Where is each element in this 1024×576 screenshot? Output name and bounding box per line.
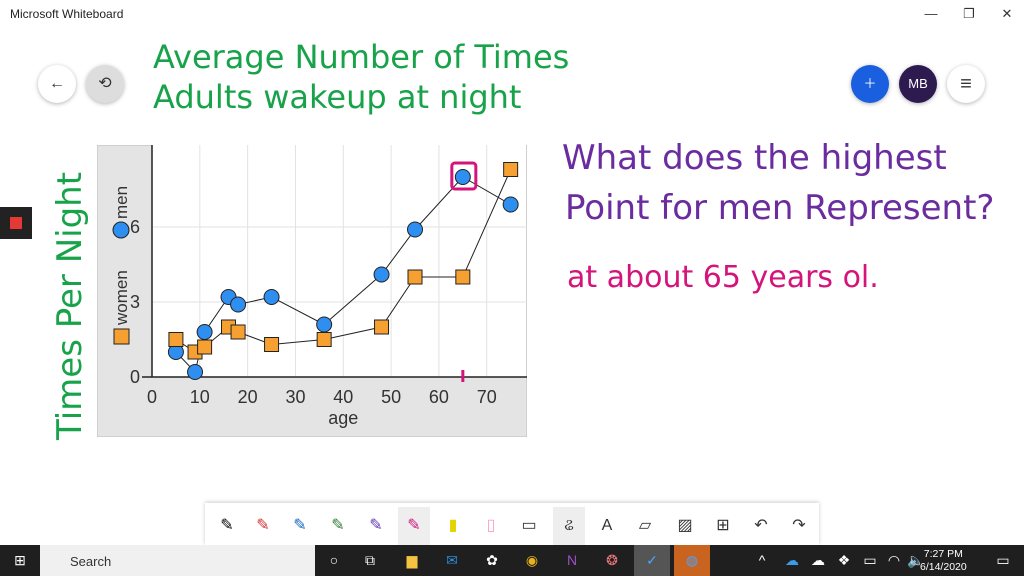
answer-text: at about 65 years ol.	[567, 260, 879, 295]
menu-button[interactable]: ≡	[947, 65, 985, 103]
notifications-icon[interactable]: ▭	[985, 545, 1021, 576]
ink-toolbar: ✎ ✎ ✎ ✎ ✎ ✎ ▮ ▯ ▭ ଌ A ▱ ▨ ⊞ ↶ ↷	[205, 503, 819, 545]
recorder-icon[interactable]: ◍	[674, 545, 710, 576]
redo-button[interactable]: ↷	[783, 507, 815, 545]
taskbar: ⊞ Search ○ ⧉ ▆ ✉ ✿ ◉ N ❂ ✓ ◍ ^ ☁ ☁ ❖ ▭ ◠…	[0, 545, 1024, 576]
question-line-1: What does the highest	[562, 138, 947, 178]
men-point	[316, 316, 333, 333]
lasso-button[interactable]: ⟲	[86, 65, 124, 103]
search-label: Search	[70, 554, 112, 569]
y-tick-label: 3	[130, 292, 140, 312]
pen-green[interactable]: ✎	[322, 507, 354, 545]
avatar[interactable]: MB	[899, 65, 937, 103]
window-title: Microsoft Whiteboard	[10, 7, 124, 21]
legend-women-label: women	[112, 270, 131, 326]
menu-icon: ≡	[960, 73, 972, 95]
pen-black[interactable]: ✎	[211, 507, 243, 545]
x-tick-label: 40	[333, 387, 353, 407]
note-title-2: Adults wakeup at night	[153, 78, 522, 116]
x-tick-label: 0	[147, 387, 157, 407]
women-point	[455, 269, 471, 285]
x-tick-label: 60	[429, 387, 449, 407]
men-point	[502, 196, 519, 213]
legend-men-label: men	[112, 186, 131, 219]
date: 6/14/2020	[920, 561, 967, 573]
sticky-note-icon[interactable]: ▱	[629, 507, 661, 545]
x-axis-label: age	[328, 408, 358, 428]
paint-icon[interactable]: ✿	[474, 545, 510, 576]
x-tick-label: 50	[381, 387, 401, 407]
ruler-icon[interactable]: ▭	[513, 507, 545, 545]
x-tick-label: 70	[477, 387, 497, 407]
x-tick-label: 30	[285, 387, 305, 407]
start-button[interactable]: ⊞	[2, 545, 38, 576]
men-point	[407, 221, 424, 238]
record-icon	[10, 217, 22, 229]
pen-red[interactable]: ✎	[247, 507, 279, 545]
men-point	[373, 266, 390, 283]
y-tick-label: 6	[130, 217, 140, 237]
men-point	[187, 364, 204, 380]
text-button[interactable]: A	[591, 507, 623, 545]
insert-button[interactable]: ⊞	[707, 507, 739, 545]
highlighter[interactable]: ▮	[437, 507, 469, 545]
clock[interactable]: 7:27 PM 6/14/2020	[920, 548, 967, 574]
mail-icon[interactable]: ✉	[434, 545, 470, 576]
cortana-icon[interactable]: ○	[316, 545, 352, 576]
pen-blue[interactable]: ✎	[284, 507, 316, 545]
x-tick-label: 20	[238, 387, 258, 407]
onenote-icon[interactable]: N	[554, 545, 590, 576]
women-point	[264, 337, 280, 352]
back-button[interactable]: ←	[38, 65, 76, 103]
whiteboard-icon[interactable]: ✓	[634, 545, 670, 576]
note-ylabel: Times Per Night	[50, 171, 90, 440]
chrome-icon[interactable]: ◉	[514, 545, 550, 576]
lasso-select-icon[interactable]: ଌ	[553, 507, 585, 545]
search-box[interactable]: Search	[40, 545, 315, 576]
legend-men-marker	[112, 221, 130, 239]
women-point	[197, 339, 213, 355]
pen-purple[interactable]: ✎	[360, 507, 392, 545]
close-button[interactable]: ✕	[984, 0, 1024, 28]
lasso-icon: ⟲	[98, 75, 112, 92]
women-point	[316, 332, 332, 347]
men-point	[230, 296, 247, 313]
women-point	[230, 324, 246, 340]
image-icon[interactable]: ▨	[669, 507, 701, 545]
task-view-icon[interactable]: ⧉	[352, 545, 388, 576]
invite-button[interactable]: ＋	[851, 65, 889, 103]
time: 7:27 PM	[923, 548, 963, 560]
women-point	[168, 332, 184, 347]
men-point	[196, 324, 213, 340]
app-icon[interactable]: ❂	[594, 545, 630, 576]
note-title-1: Average Number of Times	[153, 38, 570, 76]
chart: 0 10 20 30 40 50 60 70 0 3 6 age women men	[97, 145, 527, 437]
undo-button[interactable]: ↶	[745, 507, 777, 545]
pen-pink[interactable]: ✎	[398, 507, 430, 545]
women-point	[374, 319, 390, 335]
y-tick-label: 0	[130, 367, 140, 387]
eraser[interactable]: ▯	[475, 507, 507, 545]
question-line-2: Point for men Represent?	[565, 188, 995, 228]
record-button[interactable]	[0, 207, 32, 239]
men-point	[263, 289, 280, 305]
file-explorer-icon[interactable]: ▆	[394, 545, 430, 576]
person-add-icon: ＋	[863, 76, 877, 91]
title-bar: Microsoft Whiteboard — ❐ ✕	[0, 0, 1024, 28]
x-tick-label: 10	[190, 387, 210, 407]
back-icon: ←	[49, 75, 65, 92]
men-point	[454, 169, 471, 185]
legend-women-marker	[113, 328, 130, 345]
women-point	[503, 162, 519, 177]
women-point	[407, 269, 423, 285]
